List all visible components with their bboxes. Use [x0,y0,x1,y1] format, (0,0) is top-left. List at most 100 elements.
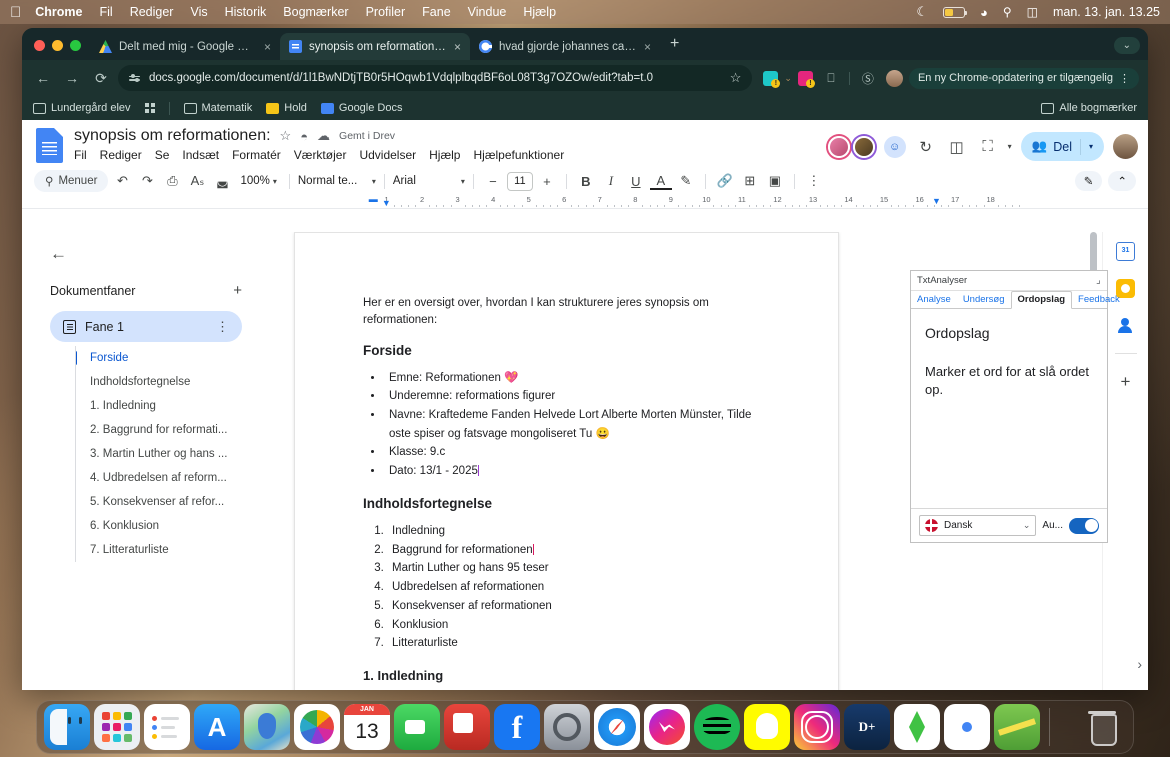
close-window-button[interactable] [34,40,45,51]
right-indent-marker[interactable]: ▼ [932,196,941,206]
chevron-down-icon[interactable]: ⌄ [784,73,792,84]
dock-app-messenger[interactable] [644,704,690,750]
font-size-input[interactable]: 11 [506,171,533,191]
search-icon[interactable]: ⚲ [1003,5,1012,19]
auto-toggle[interactable] [1069,517,1099,534]
menubar-item-fil[interactable]: Fil [99,5,112,19]
ruler-scale[interactable]: 1 2 3 4 5 6 7 8 9 10 11 12 13 14 15 16 17 18 ▬ ▼ ▼ [367,194,1028,208]
dock-app-launchpad[interactable] [94,704,140,750]
tab-ordopslag[interactable]: Ordopslag [1010,291,1073,309]
spellcheck-icon[interactable]: Aₛ [186,170,208,192]
link-icon[interactable]: 🔗 [714,170,736,192]
extension-badge-pink-icon[interactable]: ! [797,70,815,88]
sidebar-item-fane-1[interactable]: Fane 1 ⋮ [50,311,242,342]
add-tab-button[interactable]: + [233,282,242,299]
dock-app-maps[interactable] [244,704,290,750]
menubar-item-rediger[interactable]: Rediger [130,5,174,19]
version-history-icon[interactable]: ↻ [915,138,937,156]
bookmark-hold[interactable]: Hold [266,102,307,114]
trash-icon[interactable] [1080,704,1126,750]
docs-menu-formater[interactable]: Formatér [232,148,281,162]
dock-app-chrome[interactable] [944,704,990,750]
docs-menu-hjaelp[interactable]: Hjælp [429,148,460,162]
close-icon[interactable]: × [644,41,651,53]
apps-grid-icon[interactable] [144,103,155,113]
dock-app-sims[interactable] [894,704,940,750]
dock-app-finder[interactable] [44,704,90,750]
address-bar[interactable]: docs.google.com/document/d/1l1BwNDtjTB0r… [118,65,753,91]
control-center-icon[interactable]: ◫ [1027,5,1038,19]
bookmark-lundergaard[interactable]: Lundergård elev [33,102,131,114]
menubar-item-fane[interactable]: Fane [422,5,451,19]
google-docs-logo-icon[interactable] [36,128,63,163]
bookmark-matematik[interactable]: Matematik [183,102,252,114]
left-indent-marker[interactable]: ▬ [369,194,378,204]
dock-app-facebook[interactable] [494,704,540,750]
docs-menu-rediger[interactable]: Rediger [100,148,142,162]
update-notice[interactable]: En ny Chrome-opdatering er tilgængelig ⋮ [908,67,1139,89]
tab-feedback[interactable]: Feedback [1072,292,1126,308]
txtanalyser-titlebar[interactable]: TxtAnalyser ⌞ [911,271,1107,291]
resize-corner-icon[interactable]: ⌞ [1096,275,1101,286]
paragraph-style-selector[interactable]: Normal te... ▾ [298,175,376,187]
menubar-item-vindue[interactable]: Vindue [468,5,507,19]
bold-button[interactable]: B [575,170,597,192]
docs-menu-hjaelpefunktioner[interactable]: Hjælpefunktioner [473,148,564,162]
collapse-toolbar-button[interactable]: ⌃ [1108,171,1136,191]
collaborator-avatar-3[interactable]: ☺ [883,135,906,158]
paint-format-icon[interactable]: ◛ [211,170,233,192]
dock-app-snapchat[interactable] [744,704,790,750]
menus-search-button[interactable]: ⚲ Menuer [34,170,109,192]
menubar-clock[interactable]: man. 13. jan. 13.25 [1053,5,1160,19]
menubar-item-chrome[interactable]: Chrome [35,5,82,19]
docs-menu-se[interactable]: Se [155,148,170,162]
add-comment-icon[interactable]: ⊞ [739,170,761,192]
zoom-selector[interactable]: 100% ▾ [240,175,276,187]
sidebar-heading-7-litteraturliste[interactable]: 7. Litteraturliste [76,538,270,562]
docs-menu-fil[interactable]: Fil [74,148,87,162]
document-ruler[interactable]: 1 2 3 4 5 6 7 8 9 10 11 12 13 14 15 16 17 18 ▬ ▼ ▼ [22,194,1148,209]
menubar-item-profiler[interactable]: Profiler [366,5,406,19]
print-icon[interactable]: ⎙ [161,170,183,192]
move-to-folder-icon[interactable]: ◓ [300,129,308,144]
moon-icon[interactable]: ☾ [916,4,928,20]
comment-icon[interactable]: ◫ [946,138,968,156]
dock-app-app-store[interactable] [194,704,240,750]
profile-avatar[interactable] [885,69,903,87]
browser-tab[interactable]: hvad gjorde johannes calvin i × [470,33,660,60]
account-avatar[interactable] [1113,134,1138,159]
tab-options-icon[interactable]: ⋮ [216,319,229,335]
decrease-font-size-button[interactable]: − [482,170,504,192]
docs-menu-indsaet[interactable]: Indsæt [182,148,219,162]
sidebar-heading-4-udbredelsen[interactable]: 4. Udbredelsen af reform... [76,466,270,490]
sidebar-heading-indholdsfortegnelse[interactable]: Indholdsfortegnelse [76,370,270,394]
meet-caret-icon[interactable]: ▾ [1008,142,1012,151]
wifi-icon[interactable]: ◕ [980,5,988,20]
dock-app-disney-plus[interactable] [844,704,890,750]
bookmark-google-docs[interactable]: Google Docs [320,102,402,114]
share-button[interactable]: 👥 Del ▾ [1020,132,1104,161]
close-icon[interactable]: × [264,41,271,53]
split-screen-icon[interactable]: ⎕ [819,71,843,86]
docs-menu-udvidelser[interactable]: Udvidelser [359,148,416,162]
dock-app-spotify[interactable] [694,704,740,750]
add-addon-button[interactable]: + [1121,372,1131,392]
window-controls[interactable] [30,40,90,60]
dock-app-game[interactable] [994,704,1040,750]
new-tab-button[interactable]: + [660,35,689,60]
extension-badge-cyan-icon[interactable]: ! [763,70,781,88]
back-arrow-icon[interactable]: ← [50,244,270,264]
dock-app-photos[interactable] [294,704,340,750]
star-icon[interactable]: ☆ [730,70,742,86]
collaborator-avatar-1[interactable] [827,135,850,158]
dock-app-calendar[interactable]: JAN 13 [344,704,390,750]
insert-image-icon[interactable]: ▣ [764,170,786,192]
chrome-menu-icon[interactable]: ⋮ [1119,72,1130,85]
all-bookmarks-button[interactable]: Alle bogmærker [1041,102,1137,114]
maximize-window-button[interactable] [70,40,81,51]
dock-app-facetime[interactable] [394,704,440,750]
sidebar-heading-6-konklusion[interactable]: 6. Konklusion [76,514,270,538]
menubar-item-historik[interactable]: Historik [225,5,267,19]
browser-tab-active[interactable]: synopsis om reformationen: × [280,33,470,60]
cloud-icon[interactable]: ☁ [317,128,330,144]
